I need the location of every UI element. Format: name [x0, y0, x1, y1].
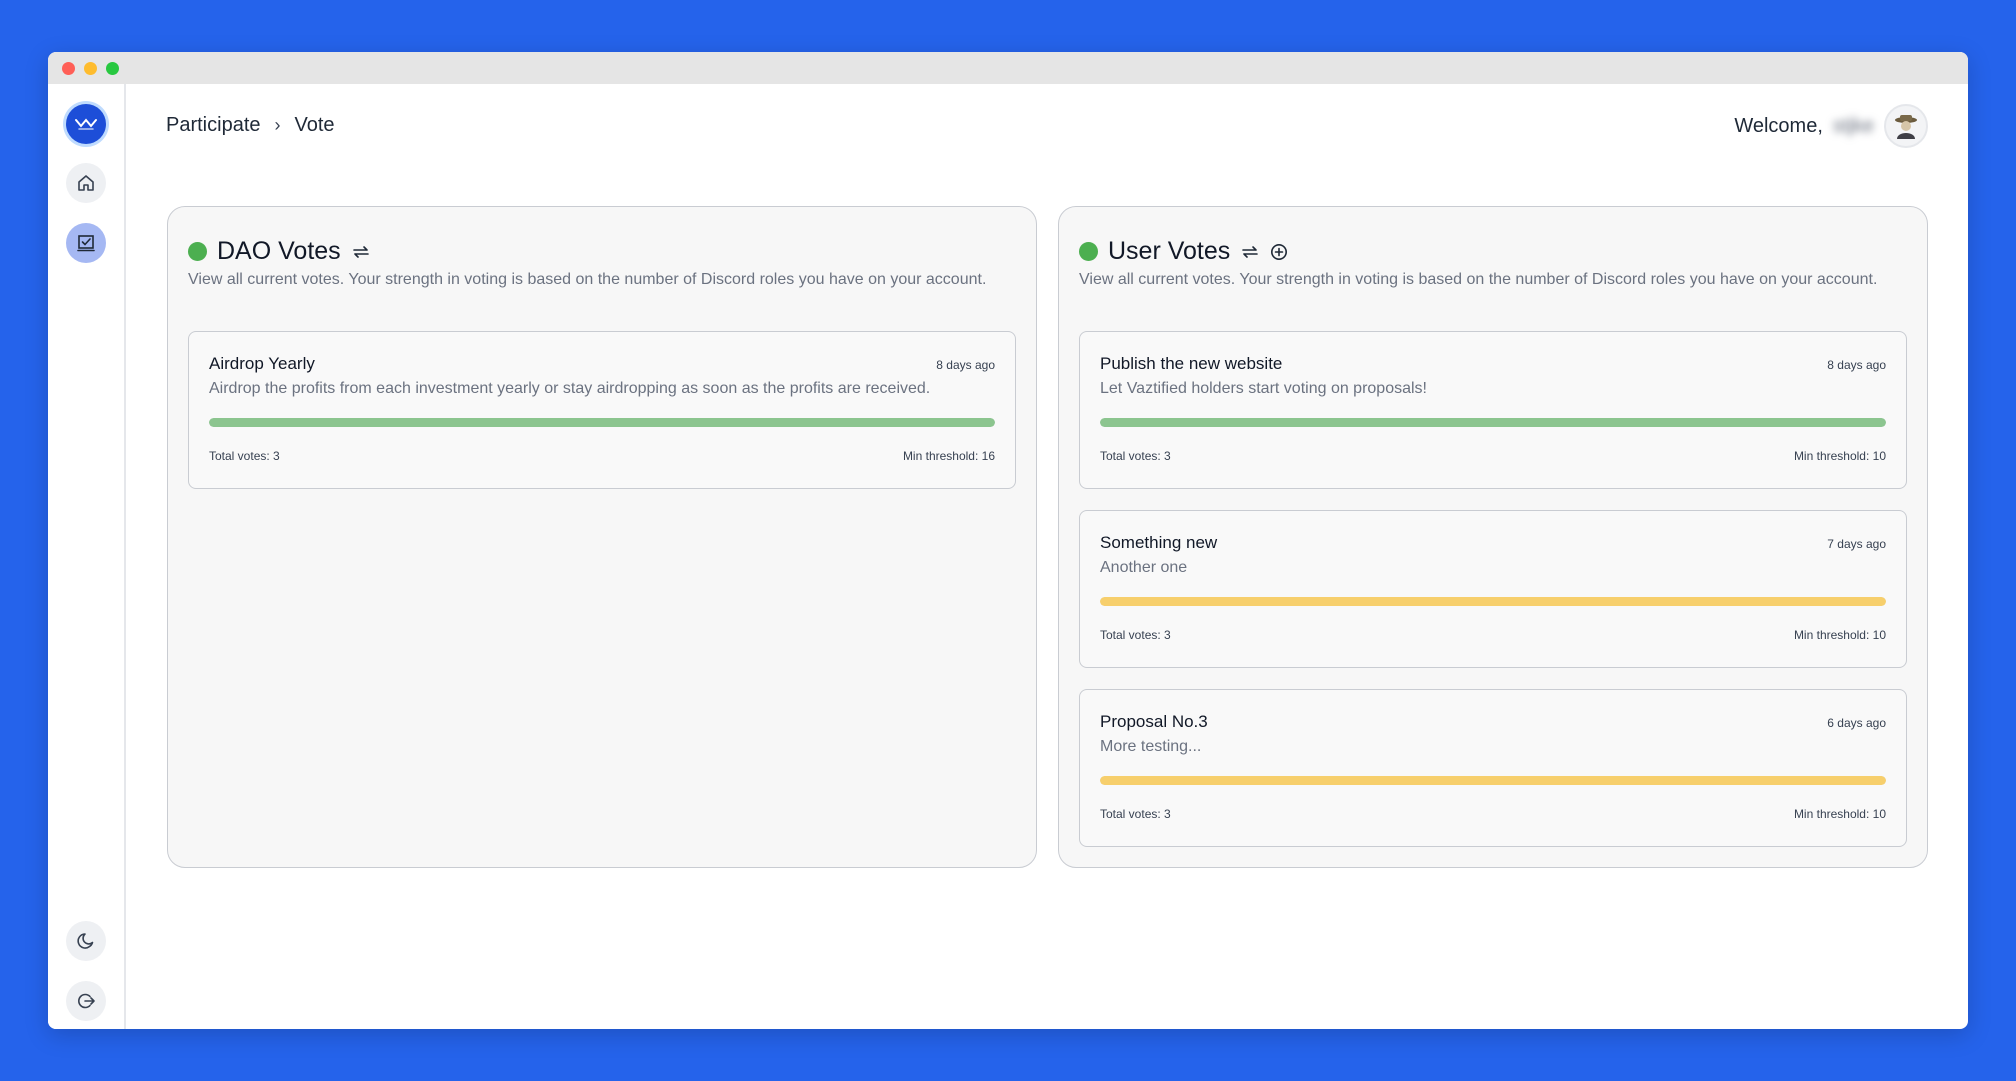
swap-icon — [1242, 245, 1259, 258]
vote-description: Another one — [1100, 559, 1188, 576]
main-content: Participate › Vote Welcome, stjke DAO Vo… — [126, 84, 1968, 1029]
sidebar-item-vote[interactable] — [66, 223, 106, 263]
vote-icon — [77, 235, 95, 252]
vote-card[interactable]: Proposal No.3 6 days ago More testing...… — [1079, 689, 1907, 847]
vote-card[interactable]: Publish the new website 8 days ago Let V… — [1079, 331, 1907, 489]
user-votes-panel: User Votes View all current votes. Your … — [1058, 206, 1928, 868]
logo-icon[interactable] — [66, 104, 106, 144]
vote-description: More testing... — [1100, 738, 1202, 755]
swap-button[interactable] — [1240, 244, 1260, 260]
add-vote-button[interactable] — [1270, 243, 1288, 261]
title-bar — [48, 52, 1968, 84]
breadcrumb-participate[interactable]: Participate — [166, 114, 261, 137]
vote-title: Something new — [1100, 533, 1218, 552]
logout-button[interactable] — [66, 981, 106, 1021]
avatar[interactable] — [1884, 104, 1928, 148]
vote-threshold: Min threshold: 10 — [1793, 807, 1886, 821]
dao-votes-header: DAO Votes — [188, 237, 371, 266]
logout-icon — [78, 993, 95, 1009]
vote-time: 8 days ago — [936, 358, 995, 372]
panel-description: View all current votes. Your strength in… — [1079, 271, 1878, 288]
vote-card[interactable]: Something new 7 days ago Another one Tot… — [1079, 510, 1907, 668]
vote-progress-fill — [1100, 776, 1886, 785]
panel-description: View all current votes. Your strength in… — [188, 271, 987, 288]
breadcrumb: Participate › Vote — [166, 114, 335, 137]
vote-title: Publish the new website — [1100, 354, 1283, 373]
sidebar-item-home[interactable] — [66, 163, 106, 203]
panel-title: DAO Votes — [217, 237, 341, 265]
minimize-window-button[interactable] — [84, 61, 97, 75]
welcome-text: Welcome, — [1734, 114, 1823, 137]
vote-description: Airdrop the profits from each investment… — [209, 380, 931, 397]
status-dot — [1079, 242, 1098, 261]
vote-threshold: Min threshold: 10 — [1793, 449, 1886, 463]
moon-icon — [77, 933, 94, 949]
swap-button[interactable] — [351, 244, 371, 260]
vote-progress-bar — [1100, 418, 1886, 427]
vote-progress-bar — [209, 418, 995, 427]
vote-title: Airdrop Yearly — [209, 354, 315, 373]
user-votes-header: User Votes — [1079, 237, 1288, 266]
vote-total: Total votes: 3 — [1100, 628, 1171, 642]
vote-progress-bar — [1100, 597, 1886, 606]
vote-description: Let Vaztified holders start voting on pr… — [1100, 380, 1427, 397]
vote-total: Total votes: 3 — [1100, 449, 1171, 463]
breadcrumb-separator: › — [274, 115, 281, 135]
vote-threshold: Min threshold: 10 — [1793, 628, 1886, 642]
maximize-window-button[interactable] — [106, 61, 119, 75]
vote-time: 7 days ago — [1827, 537, 1886, 551]
user-avatar-icon — [1895, 115, 1917, 139]
vote-progress-fill — [1100, 418, 1886, 427]
swap-icon — [352, 245, 369, 258]
welcome-area: Welcome, stjke — [1734, 104, 1928, 148]
vote-time: 8 days ago — [1827, 358, 1886, 372]
vote-title: Proposal No.3 — [1100, 712, 1208, 731]
vote-progress-fill — [209, 418, 995, 427]
status-dot — [188, 242, 207, 261]
breadcrumb-vote: Vote — [294, 114, 335, 136]
plus-circle-icon — [1271, 243, 1288, 260]
sidebar — [48, 84, 126, 1029]
app-window: Participate › Vote Welcome, stjke DAO Vo… — [48, 52, 1968, 1029]
vote-time: 6 days ago — [1827, 716, 1886, 730]
close-window-button[interactable] — [62, 61, 75, 75]
panel-title: User Votes — [1108, 237, 1231, 265]
vote-total: Total votes: 3 — [1100, 807, 1171, 821]
dao-votes-panel: DAO Votes View all current votes. Your s… — [167, 206, 1037, 868]
home-icon — [78, 175, 94, 191]
vote-progress-fill — [1100, 597, 1886, 606]
vote-threshold: Min threshold: 16 — [902, 449, 995, 463]
username: stjke — [1832, 114, 1874, 137]
vote-card[interactable]: Airdrop Yearly 8 days ago Airdrop the pr… — [188, 331, 1016, 489]
dark-mode-toggle[interactable] — [66, 921, 106, 961]
vote-total: Total votes: 3 — [209, 449, 280, 463]
vote-progress-bar — [1100, 776, 1886, 785]
